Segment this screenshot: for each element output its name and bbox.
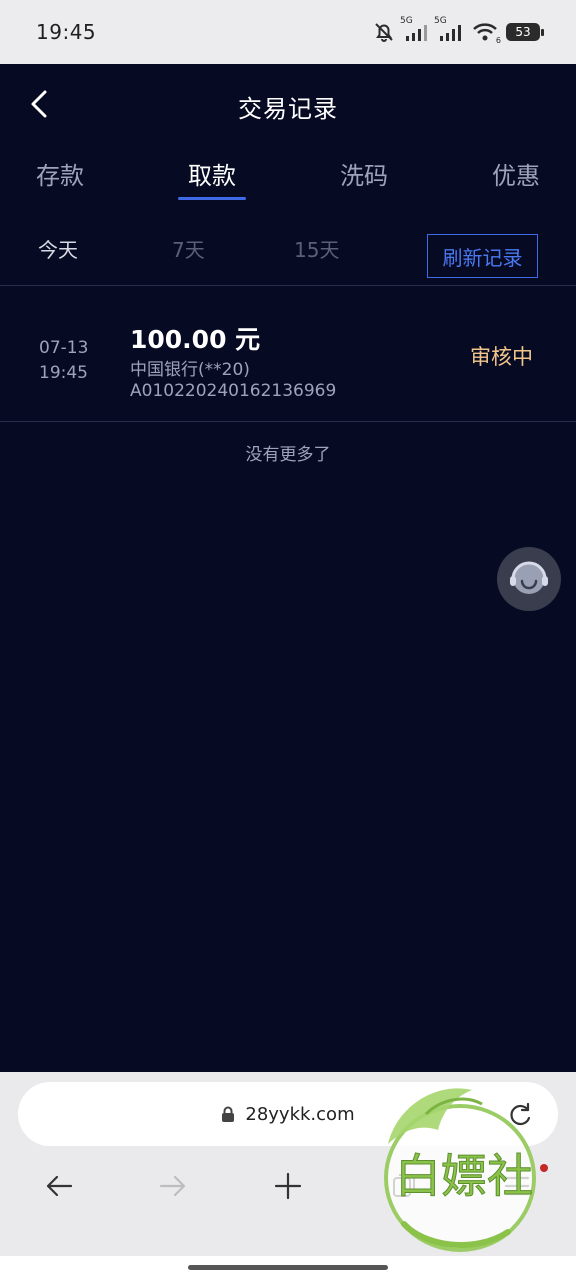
status-icons: 5G 5G 6 53	[372, 16, 544, 45]
forward-arrow-icon	[159, 1174, 187, 1202]
record-datetime: 07-13 19:45	[39, 336, 88, 386]
plus-icon	[274, 1172, 302, 1204]
status-time: 19:45	[36, 20, 97, 44]
back-arrow-icon	[45, 1174, 73, 1202]
battery-icon: 53	[506, 23, 544, 41]
back-button[interactable]	[24, 90, 56, 122]
tabs-icon	[391, 1173, 417, 1203]
filter-15-days[interactable]: 15天	[294, 234, 339, 263]
no-more-text: 没有更多了	[245, 445, 331, 465]
tab-rebate[interactable]: 洗码	[340, 156, 388, 191]
record-date: 07-13	[39, 338, 89, 358]
wifi-icon: 6	[472, 21, 501, 45]
active-tab-indicator	[178, 197, 246, 200]
home-indicator[interactable]	[188, 1265, 388, 1270]
new-tab-button[interactable]	[268, 1168, 308, 1208]
browser-menu-button[interactable]	[497, 1168, 537, 1208]
lock-icon	[221, 1106, 235, 1122]
wifi-badge: 6	[495, 36, 501, 45]
tab-bar: 存款 取款 洗码 优惠	[0, 148, 576, 206]
refresh-records-button[interactable]: 刷新记录	[427, 234, 538, 278]
network-type-label: 5G	[400, 16, 413, 26]
browser-back-button[interactable]	[39, 1168, 79, 1208]
reload-icon[interactable]	[506, 1100, 534, 1132]
battery-level: 53	[515, 25, 531, 39]
browser-forward-button[interactable]	[153, 1168, 193, 1208]
record-bank: 中国银行(**20)	[130, 360, 250, 380]
signal-5g-icon: 5G	[434, 16, 464, 43]
header: 交易记录	[0, 64, 576, 148]
customer-service-button[interactable]	[497, 547, 561, 611]
bell-muted-icon	[372, 20, 396, 44]
record-order-number: A010220240162136969	[130, 381, 337, 401]
signal-5g-icon: 5G	[400, 16, 430, 43]
filter-7-days[interactable]: 7天	[172, 234, 205, 263]
status-bar: 19:45 5G 5G 6 53	[0, 0, 576, 64]
headset-icon	[505, 553, 553, 605]
tab-promotions[interactable]: 优惠	[492, 156, 540, 191]
list-item[interactable]: 07-13 19:45 100.00 元 中国银行(**20) A0102202…	[0, 286, 576, 422]
filter-today[interactable]: 今天	[38, 234, 78, 263]
record-time: 19:45	[39, 363, 88, 383]
tab-withdraw[interactable]: 取款	[188, 156, 236, 191]
status-badge: 审核中	[470, 345, 533, 369]
network-type-label: 5G	[434, 16, 447, 26]
tab-deposit[interactable]: 存款	[36, 156, 84, 191]
record-amount: 100.00 元	[130, 325, 261, 354]
tabs-button[interactable]	[384, 1168, 424, 1208]
browser-toolbar: 28yykk.com	[0, 1072, 576, 1256]
page-title: 交易记录	[238, 94, 338, 123]
menu-icon	[503, 1174, 531, 1202]
address-bar[interactable]: 28yykk.com	[18, 1082, 558, 1146]
url-text: 28yykk.com	[245, 1103, 355, 1125]
app-screen: 交易记录 存款 取款 洗码 优惠 今天 7天 15天 刷新记录 07-13 19…	[0, 64, 576, 1072]
chevron-left-icon	[29, 89, 51, 123]
